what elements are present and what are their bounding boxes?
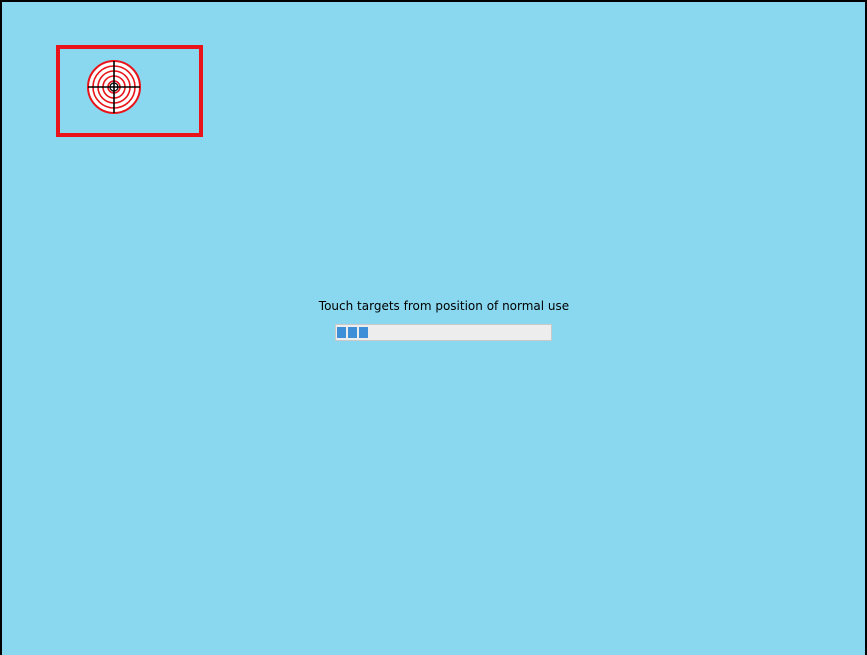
- progress-segment: [359, 327, 368, 338]
- calibration-progress-bar: [335, 324, 552, 341]
- calibration-target[interactable]: [87, 60, 143, 116]
- calibration-instruction: Touch targets from position of normal us…: [318, 299, 570, 313]
- progress-segments: [337, 327, 550, 338]
- progress-segment: [348, 327, 357, 338]
- crosshair-target-icon: [87, 60, 141, 114]
- calibration-screen: Touch targets from position of normal us…: [0, 0, 867, 655]
- progress-segment: [337, 327, 346, 338]
